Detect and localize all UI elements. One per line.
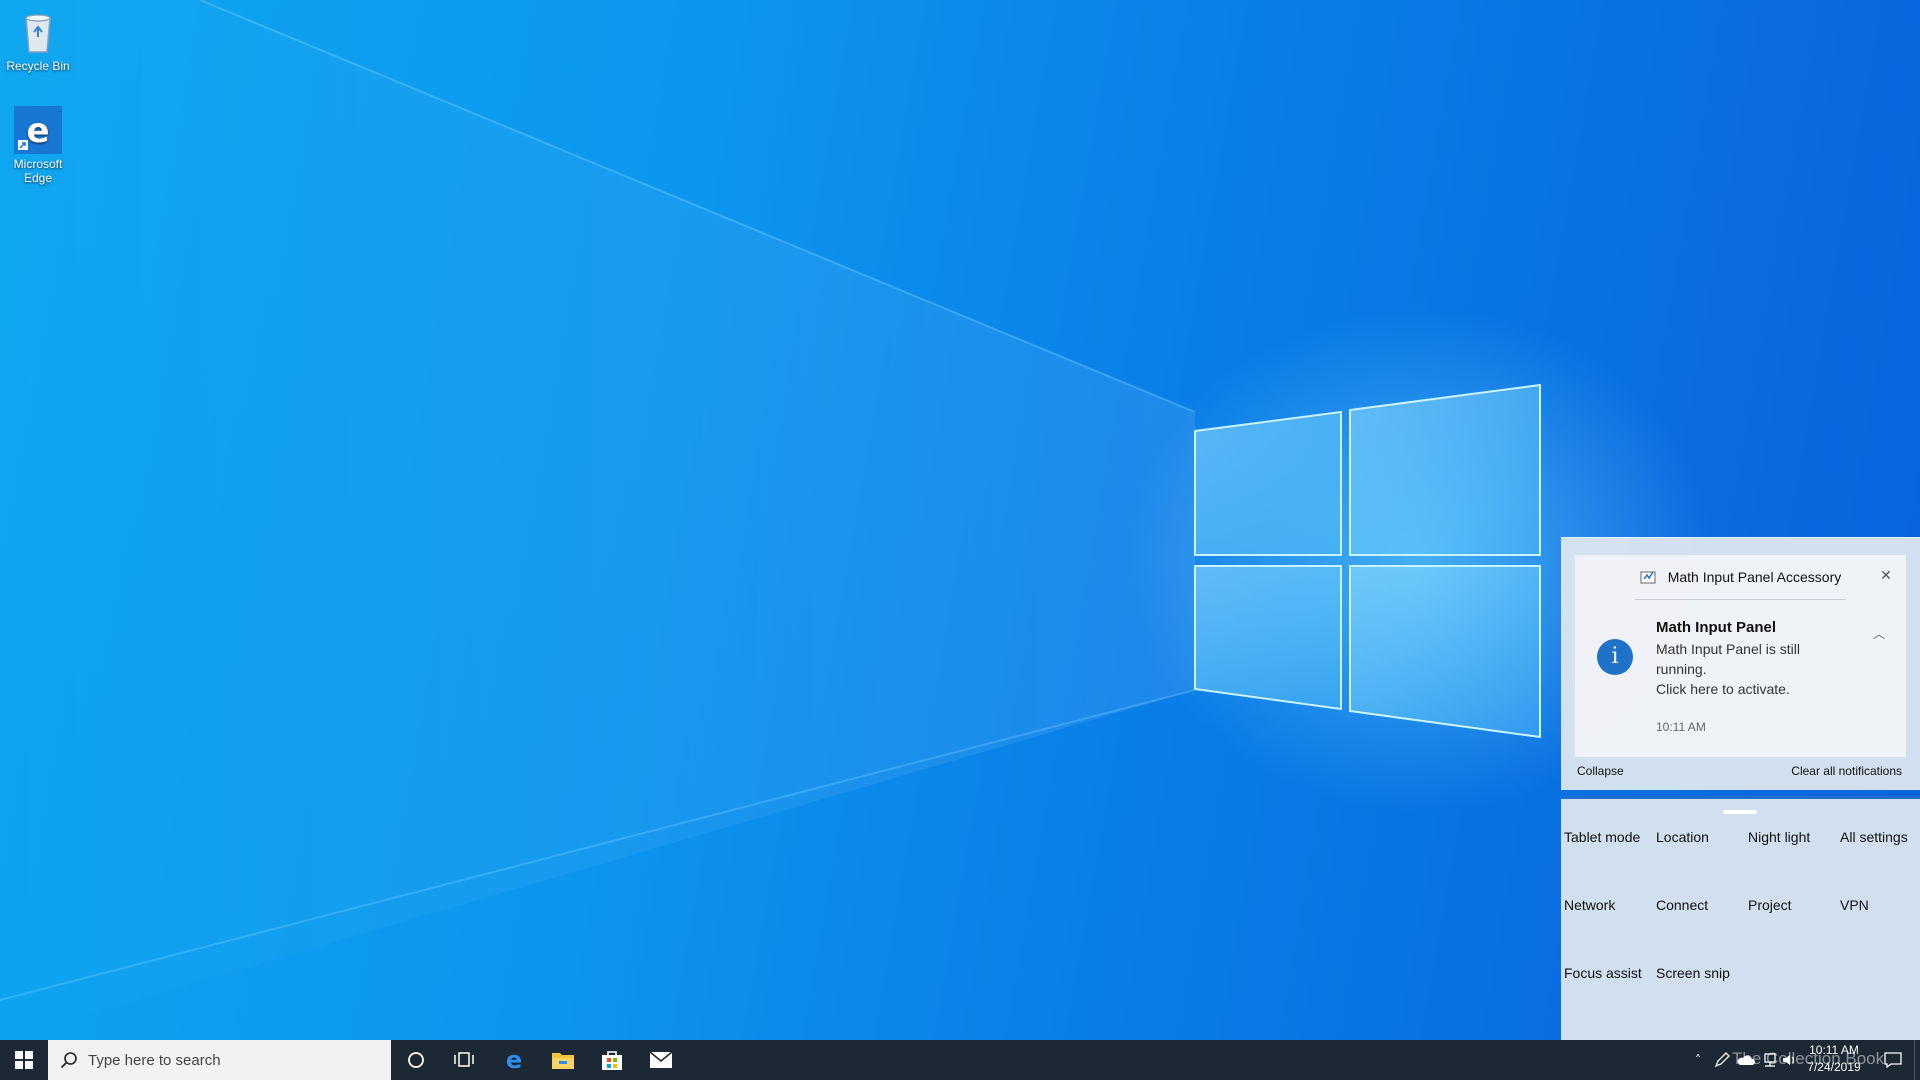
windows-logo	[1194, 383, 1541, 739]
tile-all-settings[interactable]: All settings	[1840, 829, 1920, 879]
expand-handle[interactable]	[1723, 810, 1757, 814]
show-desktop-button[interactable]	[1914, 1040, 1920, 1080]
notification-panel: Math Input Panel Accessory ✕ i Math Inpu…	[1561, 537, 1920, 790]
taskbar-file-explorer-button[interactable]	[539, 1040, 587, 1080]
tile-screen-snip[interactable]: Screen snip	[1656, 965, 1746, 1015]
taskbar-store-button[interactable]	[588, 1040, 636, 1080]
tile-focus-assist[interactable]: Focus assist	[1564, 965, 1654, 1015]
divider	[1635, 599, 1846, 600]
desktop-icon-recycle-bin[interactable]: Recycle Bin	[0, 8, 76, 73]
desktop-icon-label: Microsoft Edge	[13, 157, 63, 185]
tile-location[interactable]: Location	[1656, 829, 1746, 879]
notification-body: Math Input Panel is still running. Click…	[1656, 639, 1856, 699]
edge-icon: e	[506, 1048, 522, 1072]
desktop-icon-microsoft-edge[interactable]: e Microsoft Edge	[0, 106, 76, 185]
windows-start-icon	[15, 1051, 33, 1069]
store-icon	[602, 1051, 622, 1070]
tile-night-light[interactable]: Night light	[1748, 829, 1838, 879]
edge-icon: e	[14, 106, 62, 154]
mail-icon	[649, 1051, 673, 1068]
task-view-button[interactable]	[440, 1040, 488, 1080]
close-icon[interactable]: ✕	[1878, 568, 1894, 584]
notification-time: 10:11 AM	[1656, 720, 1706, 734]
notification-body-line: Click here to activate.	[1656, 681, 1790, 697]
math-input-panel-icon	[1640, 571, 1656, 584]
collapse-button[interactable]: Collapse	[1577, 764, 1624, 778]
chevron-up-icon[interactable]: ︿	[1872, 627, 1886, 641]
notification-app-header: Math Input Panel Accessory	[1575, 555, 1906, 599]
watermark: The Collection Book	[1672, 1038, 1902, 1080]
tile-vpn[interactable]: VPN	[1840, 897, 1920, 947]
notification-app-name: Math Input Panel Accessory	[1667, 569, 1842, 585]
clear-all-notifications-button[interactable]: Clear all notifications	[1791, 764, 1902, 778]
watermark-text: The Collection Book	[1732, 1049, 1885, 1068]
tile-tablet-mode[interactable]: Tablet mode	[1564, 829, 1654, 879]
task-view-icon	[454, 1052, 474, 1067]
notification-body-line: running.	[1656, 661, 1707, 677]
start-button[interactable]	[0, 1040, 48, 1080]
notification-body-line: Math Input Panel is still	[1656, 641, 1800, 657]
quick-actions-panel: Tablet mode Location Night light All set…	[1561, 796, 1920, 1040]
notification-card[interactable]: Math Input Panel Accessory ✕ i Math Inpu…	[1575, 555, 1906, 757]
info-icon: i	[1597, 639, 1633, 675]
taskbar-edge-button[interactable]: e	[490, 1040, 538, 1080]
search-input[interactable]	[88, 1051, 368, 1069]
desktop-icon-label: Recycle Bin	[6, 59, 70, 73]
tile-network[interactable]: Network	[1564, 897, 1654, 947]
svg-text:e: e	[506, 1048, 522, 1072]
taskbar-search[interactable]	[48, 1040, 391, 1080]
cortana-button[interactable]	[392, 1040, 440, 1080]
recycle-bin-icon	[14, 8, 62, 56]
notification-title: Math Input Panel	[1656, 619, 1776, 636]
taskbar-mail-button[interactable]	[637, 1040, 685, 1080]
taskbar: e ˄	[0, 1040, 1920, 1080]
tile-project[interactable]: Project	[1748, 897, 1838, 947]
tile-connect[interactable]: Connect	[1656, 897, 1746, 947]
search-icon	[60, 1052, 77, 1069]
svg-text:e: e	[26, 111, 49, 151]
cortana-icon	[408, 1052, 424, 1068]
file-explorer-icon	[552, 1053, 574, 1069]
